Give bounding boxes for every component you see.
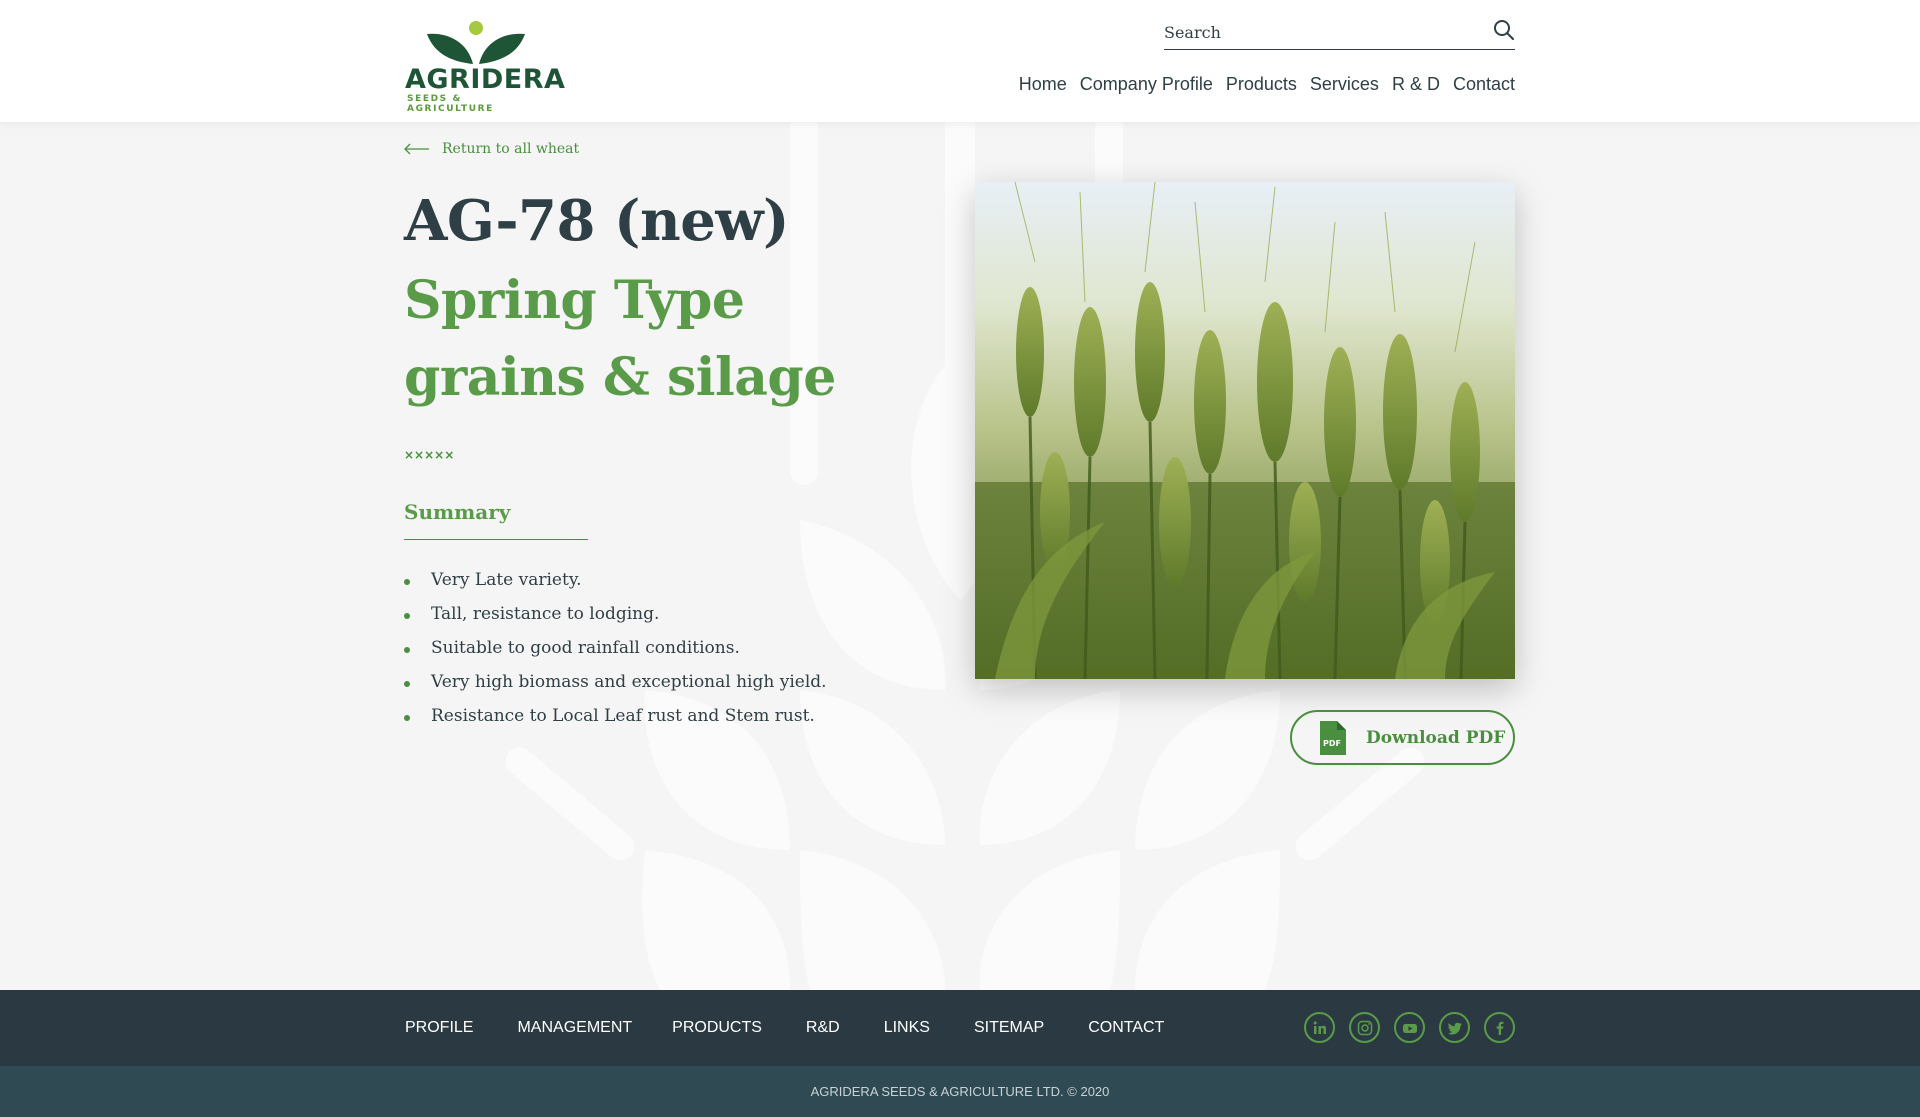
facebook-icon[interactable] <box>1484 1012 1515 1043</box>
nav-company-profile[interactable]: Company Profile <box>1080 74 1213 95</box>
download-pdf-label: Download PDF <box>1366 727 1506 748</box>
summary-list: Very Late variety. Tall, resistance to l… <box>404 570 827 740</box>
summary-item-text: Very high biomass and exceptional high y… <box>431 672 827 692</box>
nav-r-and-d[interactable]: R & D <box>1392 74 1440 95</box>
wheat-background-graphic <box>505 122 1425 990</box>
bullet-icon <box>404 579 410 585</box>
summary-item: Very high biomass and exceptional high y… <box>404 672 827 706</box>
summary-item-text: Very Late variety. <box>431 570 582 590</box>
download-pdf-button[interactable]: PDF Download PDF <box>1290 710 1515 765</box>
summary-item-text: Resistance to Local Leaf rust and Stem r… <box>431 706 815 726</box>
search-input[interactable] <box>1164 18 1474 46</box>
copyright-text: AGRIDERA SEEDS & AGRICULTURE LTD. © 2020 <box>810 1084 1110 1099</box>
return-link-label: Return to all wheat <box>442 141 580 157</box>
logo-tagline: SEEDS & AGRICULTURE <box>407 94 494 114</box>
footer-link-links[interactable]: LINKS <box>884 1019 930 1037</box>
summary-heading: Summary <box>404 500 588 540</box>
social-links <box>1304 1012 1515 1043</box>
nav-products[interactable]: Products <box>1226 74 1297 95</box>
pdf-file-icon: PDF <box>1320 720 1346 755</box>
instagram-icon[interactable] <box>1349 1012 1380 1043</box>
summary-item-text: Tall, resistance to lodging. <box>431 604 660 624</box>
product-title: AG-78 (new) <box>404 188 790 254</box>
return-to-wheat-link[interactable]: Return to all wheat <box>404 141 579 157</box>
pdf-icon-text: PDF <box>1323 739 1341 748</box>
search-bar <box>1164 14 1515 50</box>
youtube-icon[interactable] <box>1394 1012 1425 1043</box>
site-logo[interactable]: AGRIDERA SEEDS & AGRICULTURE <box>405 18 566 114</box>
copyright-bar: AGRIDERA SEEDS & AGRICULTURE LTD. © 2020 <box>0 1066 1920 1117</box>
bullet-icon <box>404 681 410 687</box>
summary-item: Resistance to Local Leaf rust and Stem r… <box>404 706 827 740</box>
logo-leaf-icon <box>427 21 525 64</box>
linkedin-icon[interactable] <box>1304 1012 1335 1043</box>
footer-link-contact[interactable]: CONTACT <box>1088 1019 1164 1037</box>
summary-item: Suitable to good rainfall conditions. <box>404 638 827 672</box>
main-nav: Home Company Profile Products Services R… <box>1019 74 1515 95</box>
summary-item: Very Late variety. <box>404 570 827 604</box>
footer-link-products[interactable]: PRODUCTS <box>672 1019 762 1037</box>
rating-marks: ××××× <box>404 448 455 462</box>
bullet-icon <box>404 715 410 721</box>
wheat-field-photo <box>975 182 1515 679</box>
arrow-left-icon <box>404 143 429 155</box>
nav-services[interactable]: Services <box>1310 74 1379 95</box>
footer-nav-bar: PROFILE MANAGEMENT PRODUCTS R&D LINKS SI… <box>0 990 1920 1066</box>
footer-link-r-and-d[interactable]: R&D <box>806 1019 840 1037</box>
nav-contact[interactable]: Contact <box>1453 74 1515 95</box>
bullet-icon <box>404 647 410 653</box>
footer-link-management[interactable]: MANAGEMENT <box>517 1019 632 1037</box>
twitter-icon[interactable] <box>1439 1012 1470 1043</box>
summary-item: Tall, resistance to lodging. <box>404 604 827 638</box>
footer-link-profile[interactable]: PROFILE <box>405 1019 473 1037</box>
bullet-icon <box>404 613 410 619</box>
summary-item-text: Suitable to good rainfall conditions. <box>431 638 740 658</box>
product-subtitle: Spring Type grains & silage <box>404 270 836 408</box>
search-icon[interactable] <box>1493 19 1515 41</box>
site-header: AGRIDERA SEEDS & AGRICULTURE Home Compan… <box>0 0 1920 122</box>
footer-link-sitemap[interactable]: SITEMAP <box>974 1019 1044 1037</box>
nav-home[interactable]: Home <box>1019 74 1067 95</box>
footer-links: PROFILE MANAGEMENT PRODUCTS R&D LINKS SI… <box>405 1019 1164 1037</box>
logo-wordmark: AGRIDERA <box>405 64 566 95</box>
